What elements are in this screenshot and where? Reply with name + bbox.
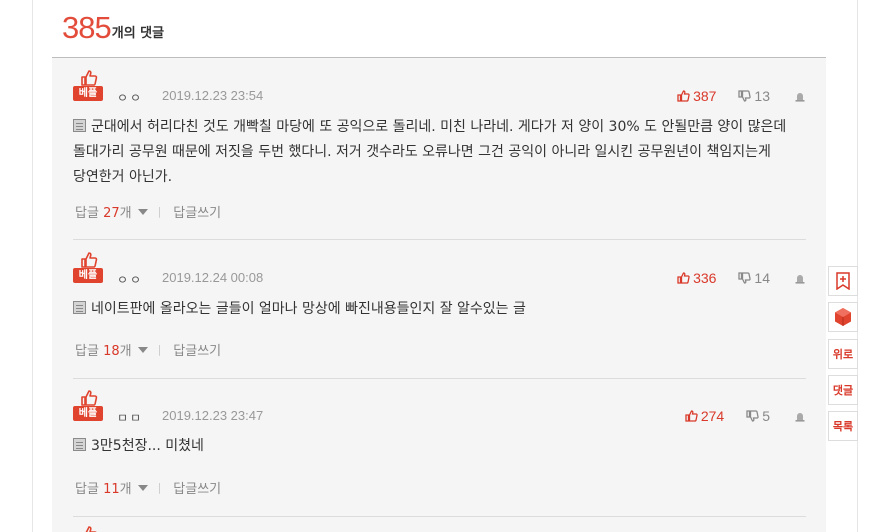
comment-date: 2019.12.24 00:08 (162, 270, 264, 285)
comment-actions: 답글 18개 | 답글쓰기 (75, 340, 221, 359)
comment-body: 네이트판에 올라오는 글들이 얼마나 망상에 빠진내용들인지 잘 알수있는 글 (91, 301, 526, 317)
thumbs-up-icon (677, 272, 690, 284)
dislike-count: 13 (754, 88, 770, 104)
thumbs-down-icon (738, 90, 752, 102)
thumbs-up-icon (81, 252, 98, 268)
vote-group: 336 14 (677, 270, 806, 286)
best-badge (80, 526, 98, 532)
comments-header: 385 개의 댓글 (62, 12, 164, 43)
comment-actions: 답글 27개 | 답글쓰기 (75, 202, 221, 221)
dislike-button[interactable]: 5 (746, 408, 770, 424)
reply-count: 18 (103, 344, 120, 359)
cube-button[interactable] (828, 302, 858, 332)
document-icon (73, 438, 86, 451)
reply-label: 답글 (75, 206, 99, 221)
cube-icon (835, 308, 851, 326)
thumbs-up-icon (677, 90, 690, 102)
write-reply-link[interactable]: 답글쓰기 (173, 202, 221, 221)
vote-group: 274 5 (685, 408, 806, 424)
bookmark-add-icon (836, 272, 850, 290)
report-button[interactable] (794, 410, 806, 422)
best-badge: 베플 (73, 390, 103, 421)
thumbs-up-icon (85, 526, 97, 532)
comment-text: 군대에서 허리다친 것도 개빡칠 마당에 또 공익으로 돌리네. 미친 나라네.… (73, 115, 788, 190)
reply-unit: 개 (119, 206, 132, 221)
comment-date: 2019.12.23 23:54 (162, 88, 264, 103)
comment-author[interactable]: ㅁㅁ (117, 409, 143, 426)
reply-toggle[interactable]: 답글 18개 (75, 340, 132, 359)
siren-icon (795, 413, 805, 422)
chevron-down-icon[interactable] (137, 346, 148, 353)
best-badge-label: 베플 (73, 268, 103, 283)
divider: | (157, 343, 162, 356)
dislike-count: 5 (762, 408, 770, 424)
chevron-down-icon[interactable] (137, 208, 148, 215)
best-badge-label: 베플 (73, 86, 103, 101)
comment-divider (73, 378, 806, 379)
comment-date: 2019.12.23 23:47 (162, 408, 264, 423)
comment-body: 3만5천장... 미쳤네 (91, 438, 204, 454)
siren-icon (795, 93, 805, 102)
thumbs-up-icon (81, 70, 98, 86)
best-badge: 베플 (73, 252, 103, 283)
thumbs-up-icon (81, 390, 98, 406)
divider: | (157, 481, 162, 494)
reply-count: 27 (103, 206, 120, 221)
like-button[interactable]: 336 (677, 270, 716, 286)
chevron-down-icon[interactable] (137, 484, 148, 491)
comments-jump-button[interactable]: 댓글 (828, 375, 858, 405)
reply-label: 답글 (75, 344, 99, 359)
bookmark-button[interactable] (828, 266, 858, 296)
divider: | (157, 205, 162, 218)
comment-author[interactable]: ㅇㅇ (117, 89, 143, 106)
like-count: 274 (700, 408, 725, 424)
dislike-button[interactable]: 13 (738, 88, 770, 104)
reply-unit: 개 (119, 482, 132, 497)
comment-text: 3만5천장... 미쳤네 (73, 434, 788, 459)
thumbs-down-icon (738, 272, 752, 284)
like-count: 387 (693, 88, 717, 104)
comment-divider (73, 239, 806, 240)
best-badge-label: 베플 (73, 406, 103, 421)
dislike-button[interactable]: 14 (738, 270, 770, 286)
list-button[interactable]: 목록 (828, 411, 858, 441)
report-button[interactable] (794, 272, 806, 284)
comment-count-label: 개의 댓글 (111, 26, 165, 41)
comment-author[interactable]: ㅇㅇ (117, 271, 143, 288)
thumbs-up-icon (685, 410, 698, 422)
comment-count: 385 (62, 10, 112, 45)
like-button[interactable]: 274 (685, 408, 724, 424)
reply-unit: 개 (119, 344, 132, 359)
scroll-top-button[interactable]: 위로 (828, 339, 858, 369)
reply-count: 11 (103, 482, 120, 497)
write-reply-link[interactable]: 답글쓰기 (173, 340, 221, 359)
report-button[interactable] (794, 90, 806, 102)
comment-divider (73, 516, 806, 517)
reply-label: 답글 (75, 482, 99, 497)
siren-icon (795, 275, 805, 284)
like-count: 336 (693, 270, 717, 286)
write-reply-link[interactable]: 답글쓰기 (173, 478, 221, 497)
comment-body: 군대에서 허리다친 것도 개빡칠 마당에 또 공익으로 돌리네. 미친 나라네.… (73, 119, 787, 185)
dislike-count: 14 (754, 270, 770, 286)
like-button[interactable]: 387 (677, 88, 716, 104)
vote-group: 387 13 (677, 88, 806, 104)
document-icon (73, 301, 86, 314)
document-icon (73, 119, 86, 132)
page-frame-left (32, 0, 33, 532)
best-badge: 베플 (73, 70, 103, 101)
thumbs-down-icon (746, 410, 759, 422)
reply-toggle[interactable]: 답글 11개 (75, 478, 132, 497)
reply-toggle[interactable]: 답글 27개 (75, 202, 132, 221)
comment-text: 네이트판에 올라오는 글들이 얼마나 망상에 빠진내용들인지 잘 알수있는 글 (73, 297, 788, 322)
comment-actions: 답글 11개 | 답글쓰기 (75, 478, 221, 497)
